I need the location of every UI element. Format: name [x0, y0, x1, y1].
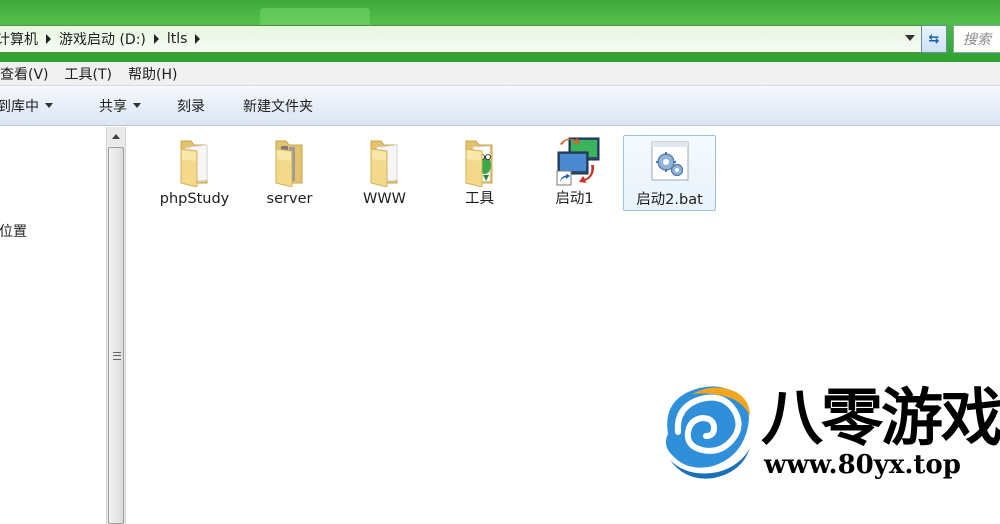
grip-icon [113, 352, 121, 360]
swirl-logo-icon [665, 386, 750, 479]
nav-scrollbar[interactable] [106, 127, 126, 524]
chevron-right-icon[interactable] [153, 34, 159, 44]
menu-view[interactable]: 查看(V) [0, 64, 57, 84]
breadcrumb-label: ltls [166, 31, 188, 47]
folder-with-frog-icon [452, 135, 508, 188]
file-name: phpStudy [159, 191, 230, 207]
address-bar[interactable]: 计算机 游戏启动 (D:) ltls [0, 25, 922, 53]
folder-icon [357, 135, 413, 188]
navigation-pane: 位置 [0, 127, 106, 524]
scroll-thumb[interactable] [108, 147, 124, 524]
refresh-button[interactable]: ⇆ [921, 25, 947, 53]
burn-button[interactable]: 刻录 [153, 96, 217, 116]
breadcrumb-folder[interactable]: ltls [167, 31, 209, 47]
gear-batch-icon [642, 136, 698, 188]
file-item-launch2-bat[interactable]: 启动2.bat [623, 135, 716, 211]
shortcut-monitors-icon [547, 135, 603, 187]
file-name: server [266, 191, 313, 207]
scroll-up-arrow-icon[interactable] [107, 127, 125, 145]
menu-tools[interactable]: 工具(T) [57, 64, 120, 84]
breadcrumb-computer[interactable]: 计算机 [0, 29, 59, 49]
include-in-library-button[interactable]: 到库中 [0, 96, 65, 116]
watermark-title: 八零游戏 [761, 381, 1000, 454]
breadcrumb-drive[interactable]: 游戏启动 (D:) [59, 29, 167, 49]
command-bar: 到库中 共享 刻录 新建文件夹 [0, 86, 1000, 126]
share-label: 共享 [99, 98, 127, 115]
file-name: WWW [362, 191, 406, 207]
watermark-url: www.80yx.top [764, 450, 961, 480]
menu-bar: 查看(V) 工具(T) 帮助(H) [0, 62, 1000, 86]
refresh-icon: ⇆ [928, 31, 940, 47]
file-item-phpstudy[interactable]: phpStudy [148, 135, 241, 211]
chevron-right-icon[interactable] [195, 34, 201, 44]
chevron-down-icon [45, 103, 53, 108]
file-name: 启动1 [555, 191, 594, 207]
breadcrumb-label: 计算机 [0, 32, 38, 48]
include-in-library-label: 到库中 [0, 98, 39, 115]
file-item-www[interactable]: WWW [338, 135, 431, 211]
file-name: 工具 [465, 191, 494, 207]
file-item-launch1[interactable]: 启动1 [528, 135, 621, 211]
folder-icon [262, 135, 318, 188]
search-input[interactable]: 搜索 [953, 25, 1000, 53]
watermark-logo: 八零游戏 www.80yx.top [658, 358, 1000, 524]
share-button[interactable]: 共享 [65, 96, 153, 116]
menu-help[interactable]: 帮助(H) [120, 64, 185, 84]
breadcrumb-label: 游戏启动 (D:) [59, 32, 146, 48]
file-item-server[interactable]: server [243, 135, 336, 211]
folder-icon [167, 135, 223, 188]
search-placeholder: 搜索 [963, 32, 991, 48]
address-dropdown-icon[interactable] [905, 35, 915, 41]
chevron-right-icon[interactable] [46, 34, 51, 44]
new-folder-label: 新建文件夹 [243, 98, 313, 115]
file-item-tools[interactable]: 工具 [433, 135, 526, 211]
burn-label: 刻录 [177, 98, 205, 115]
new-folder-button[interactable]: 新建文件夹 [217, 96, 325, 116]
file-name: 启动2.bat [636, 192, 703, 208]
nav-item-location[interactable]: 位置 [0, 221, 27, 241]
chevron-down-icon [133, 103, 141, 108]
